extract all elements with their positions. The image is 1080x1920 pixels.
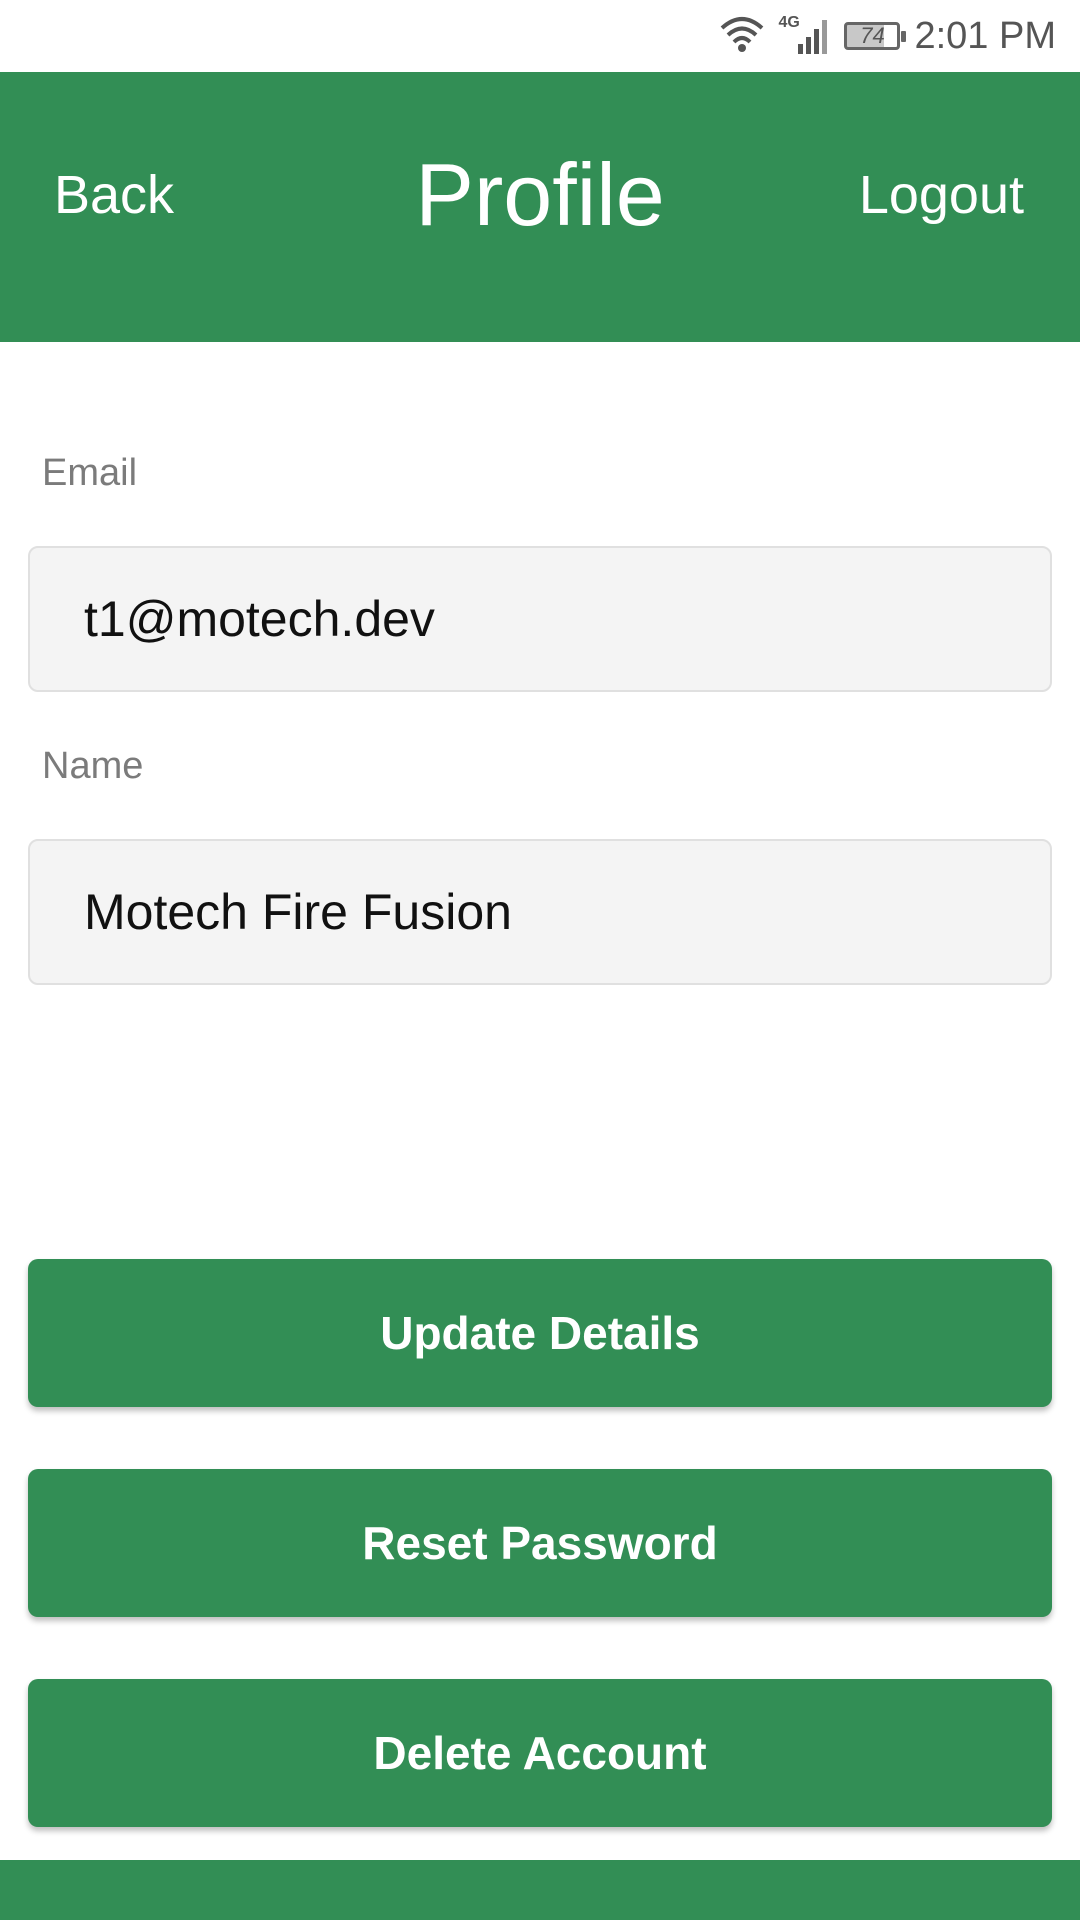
signal-icon: 4G — [778, 14, 830, 56]
battery-icon: 74 — [844, 22, 907, 50]
logout-button[interactable]: Logout — [859, 164, 1024, 226]
status-bar: 4G 74 2:01 PM — [0, 0, 1080, 72]
profile-screen: 4G 74 2:01 PM Back Profile Logout Email … — [0, 0, 1080, 1920]
reset-password-button[interactable]: Reset Password — [28, 1469, 1052, 1617]
wifi-icon — [720, 14, 764, 59]
bottom-bar — [0, 1860, 1080, 1920]
status-icons: 4G 74 2:01 PM — [720, 12, 1056, 60]
email-field[interactable] — [28, 546, 1052, 692]
battery-level: 74 — [860, 23, 885, 48]
name-field[interactable] — [28, 839, 1052, 985]
email-label: Email — [42, 452, 138, 494]
app-header: Back Profile Logout — [0, 72, 1080, 342]
name-label: Name — [42, 745, 144, 787]
update-details-button[interactable]: Update Details — [28, 1259, 1052, 1407]
back-button[interactable]: Back — [54, 164, 174, 226]
delete-account-button[interactable]: Delete Account — [28, 1679, 1052, 1827]
status-time: 2:01 PM — [914, 14, 1056, 57]
